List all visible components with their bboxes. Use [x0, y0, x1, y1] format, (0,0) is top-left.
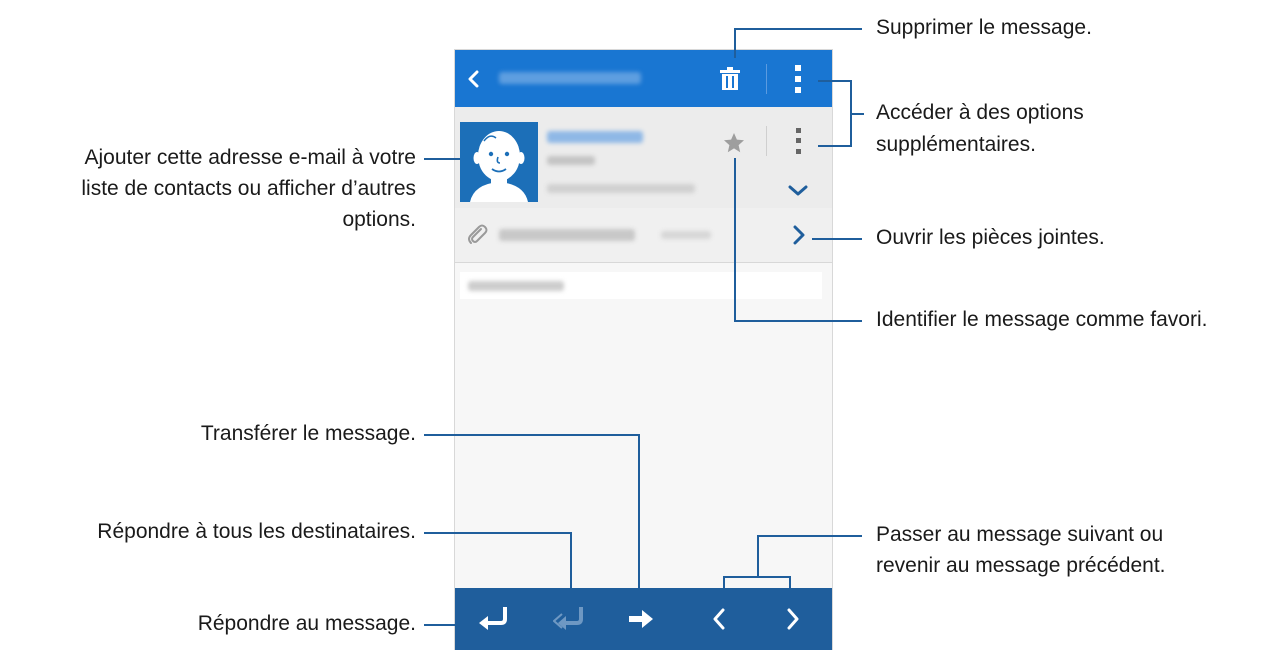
reply-icon[interactable] [475, 603, 509, 635]
trash-icon[interactable] [715, 63, 745, 95]
callout-reply: Répondre au message. [197, 612, 416, 635]
back-icon[interactable] [459, 64, 489, 94]
mailbox-title [499, 72, 641, 84]
leader-line [424, 434, 640, 436]
leader-line [734, 28, 736, 58]
sender-meta [547, 156, 595, 165]
more-vert-icon[interactable] [787, 125, 809, 157]
avatar-icon[interactable] [460, 122, 538, 202]
callout-delete: Supprimer le message. [876, 16, 1092, 39]
leader-line [424, 158, 460, 160]
callout-contact-line2: liste de contacts ou afficher d’autres [81, 177, 416, 200]
message-body [455, 263, 832, 588]
leader-line [424, 532, 572, 534]
leader-line [734, 28, 862, 30]
next-icon[interactable] [781, 603, 805, 635]
leader-line [812, 238, 862, 240]
email-detail-screen [455, 50, 832, 650]
leader-line [570, 532, 572, 604]
leader-line [757, 535, 759, 578]
more-vert-icon[interactable] [785, 62, 811, 96]
chevron-down-icon[interactable] [785, 181, 811, 201]
callout-forward: Transférer le message. [200, 422, 416, 445]
previous-icon[interactable] [707, 603, 731, 635]
leader-line [789, 576, 791, 602]
subject-strip [460, 272, 822, 299]
header-divider [766, 126, 767, 156]
chevron-right-icon[interactable] [787, 222, 811, 248]
callout-contact-line1: Ajouter cette adresse e-mail à votre [84, 146, 417, 169]
callout-contact-line3: options. [342, 208, 416, 231]
subject-text [468, 281, 564, 291]
top-app-bar [455, 50, 832, 107]
callout-navigate-line1: Passer au message suivant ou [876, 523, 1164, 546]
leader-line [757, 535, 862, 537]
callout-attachments: Ouvrir les pièces jointes. [876, 226, 1105, 249]
leader-line [818, 145, 852, 147]
sender-date [547, 184, 695, 193]
attachment-row[interactable] [455, 208, 832, 263]
leader-line [424, 624, 472, 626]
callout-navigate-line2: revenir au message précédent. [876, 554, 1166, 577]
callout-more-options-line1: Accéder à des options [876, 101, 1084, 124]
callout-reply-all: Répondre à tous les destinataires. [97, 520, 416, 543]
leader-line [638, 434, 640, 596]
leader-line [850, 113, 864, 115]
paperclip-icon [463, 221, 491, 249]
attachment-name [499, 229, 635, 241]
reply-all-icon[interactable] [551, 603, 585, 635]
callout-more-options-line2: supplémentaires. [876, 133, 1036, 156]
leader-line [734, 158, 736, 322]
leader-line [818, 80, 852, 82]
bottom-action-bar [455, 588, 832, 650]
sender-name [547, 131, 643, 143]
star-icon[interactable] [721, 131, 747, 155]
attachment-size [661, 231, 711, 239]
leader-line [723, 576, 725, 602]
toolbar-divider [766, 64, 767, 94]
forward-icon[interactable] [624, 603, 658, 635]
leader-line [734, 320, 862, 322]
callout-favorite: Identifier le message comme favori. [876, 308, 1208, 331]
